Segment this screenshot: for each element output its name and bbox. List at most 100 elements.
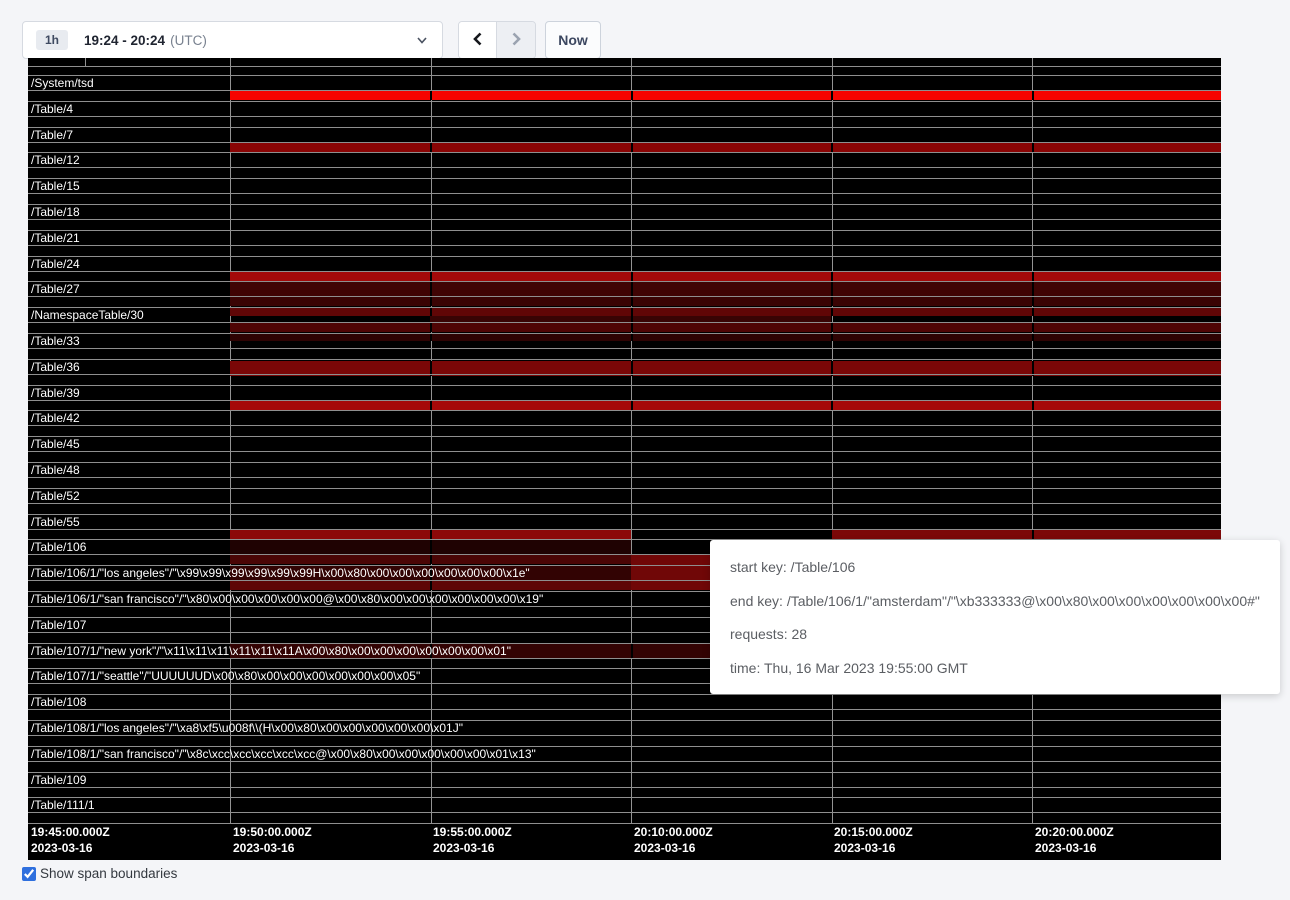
time-range-label: 19:24 - 20:24 (84, 33, 165, 48)
grid-line-vertical (85, 58, 86, 66)
span-label: /Table/42 (31, 412, 80, 425)
span-label: /Table/107/1/"new york"/"\x11\x11\x11\x1… (31, 645, 511, 658)
span-label: /Table/52 (31, 490, 80, 503)
time-tick-time: 19:45:00.000Z (31, 824, 110, 840)
chevron-down-icon (416, 34, 428, 46)
grid-line-horizontal (28, 322, 1221, 323)
span-label: /System/tsd (31, 77, 94, 90)
footer-controls: Show span boundaries (22, 866, 177, 881)
time-tick-time: 20:15:00.000Z (834, 824, 913, 840)
tooltip-end-key: end key: /Table/106/1/"amsterdam"/"\xb33… (730, 585, 1260, 619)
grid-line-horizontal (28, 410, 1221, 411)
time-tick: 19:45:00.000Z2023-03-16 (31, 824, 110, 856)
time-tick: 19:50:00.000Z2023-03-16 (233, 824, 312, 856)
heat-band[interactable] (230, 322, 1221, 332)
grid-line-horizontal (28, 333, 1221, 334)
grid-line-horizontal (28, 230, 1221, 231)
time-tick-date: 2023-03-16 (1035, 840, 1114, 856)
bucket-gap (1032, 271, 1034, 281)
now-button[interactable]: Now (545, 21, 601, 59)
grid-line-horizontal (28, 451, 1221, 452)
heatmap-canvas[interactable]: /System/tsd/Table/4/Table/7/Table/12/Tab… (28, 58, 1221, 860)
heat-band[interactable] (230, 333, 1221, 341)
bucket-gap (831, 271, 833, 281)
prev-time-button[interactable] (459, 22, 497, 58)
span-label: /Table/36 (31, 361, 80, 374)
grid-line-horizontal (28, 348, 1221, 349)
time-tick-date: 2023-03-16 (233, 840, 312, 856)
bucket-gap (831, 90, 833, 100)
show-span-boundaries-checkbox[interactable] (22, 867, 36, 881)
grid-line-horizontal (28, 307, 1221, 308)
bucket-gap (631, 400, 633, 411)
bucket-gap (430, 529, 432, 539)
heat-band[interactable] (230, 296, 1221, 306)
grid-line-horizontal (28, 709, 1221, 710)
time-tick-time: 19:55:00.000Z (433, 824, 512, 840)
time-range-select[interactable]: 1h 19:24 - 20:24 (UTC) (22, 21, 443, 59)
grid-line-horizontal (28, 488, 1221, 489)
bucket-gap (1032, 333, 1034, 341)
grid-line-horizontal (28, 66, 1221, 67)
key-visualizer: /System/tsd/Table/4/Table/7/Table/12/Tab… (28, 58, 1221, 860)
span-label: /Table/111/1 (31, 799, 95, 812)
span-label: /Table/48 (31, 464, 80, 477)
bucket-gap (1032, 529, 1034, 539)
bucket-gap (430, 90, 432, 100)
bucket-gap (831, 307, 833, 316)
span-label: /Table/108/1/"los angeles"/"\xa8\xf5\u00… (31, 722, 463, 735)
span-label: /Table/33 (31, 335, 80, 348)
heat-band[interactable] (230, 281, 1221, 296)
span-label: /Table/27 (31, 283, 80, 296)
time-range-utc-suffix: (UTC) (170, 33, 207, 48)
time-tick: 20:15:00.000Z2023-03-16 (834, 824, 913, 856)
bucket-gap (430, 400, 432, 411)
grid-line-horizontal (28, 462, 1221, 463)
grid-line-horizontal (28, 152, 1221, 153)
grid-line-horizontal (28, 101, 1221, 102)
next-time-button[interactable] (497, 22, 535, 58)
grid-line-horizontal (28, 256, 1221, 257)
heat-band[interactable] (230, 400, 1221, 411)
tooltip-requests: requests: 28 (730, 618, 1260, 652)
bucket-gap (631, 643, 633, 658)
grid-line-horizontal (28, 75, 1221, 76)
span-label: /Table/4 (31, 103, 73, 116)
time-tick-date: 2023-03-16 (834, 840, 913, 856)
grid-line-horizontal (28, 812, 1221, 813)
bucket-gap (1032, 90, 1034, 100)
bucket-gap (1032, 307, 1034, 316)
grid-line-horizontal (28, 425, 1221, 426)
grid-line-horizontal (28, 529, 1221, 530)
time-tick: 19:55:00.000Z2023-03-16 (433, 824, 512, 856)
bucket-gap (1032, 296, 1034, 306)
bucket-gap (631, 322, 633, 332)
span-label: /Table/109 (31, 774, 86, 787)
bucket-gap (430, 333, 432, 341)
bucket-gap (831, 142, 833, 152)
bucket-gap (1032, 400, 1034, 411)
grid-line-horizontal (28, 359, 1221, 360)
grid-line-horizontal (28, 385, 1221, 386)
heat-band[interactable] (230, 90, 1221, 100)
chevron-right-icon (508, 31, 524, 50)
bucket-gap (831, 333, 833, 341)
bucket-gap (631, 296, 633, 306)
time-tick-date: 2023-03-16 (433, 840, 512, 856)
span-label: /Table/12 (31, 154, 80, 167)
duration-badge: 1h (36, 30, 68, 50)
bucket-gap (430, 307, 432, 316)
heat-band[interactable] (230, 142, 1221, 152)
span-label: /Table/45 (31, 438, 80, 451)
time-tick-date: 2023-03-16 (634, 840, 713, 856)
heat-band[interactable] (230, 271, 1221, 281)
time-tick-time: 20:20:00.000Z (1035, 824, 1114, 840)
grid-line-horizontal (28, 514, 1221, 515)
heat-band[interactable] (832, 529, 1221, 539)
time-tick-time: 20:10:00.000Z (634, 824, 713, 840)
bucket-gap (631, 90, 633, 100)
grid-line-horizontal (28, 296, 1221, 297)
grid-line-horizontal (28, 400, 1221, 401)
span-label: /Table/107 (31, 619, 86, 632)
hover-tooltip: start key: /Table/106 end key: /Table/10… (710, 540, 1280, 694)
